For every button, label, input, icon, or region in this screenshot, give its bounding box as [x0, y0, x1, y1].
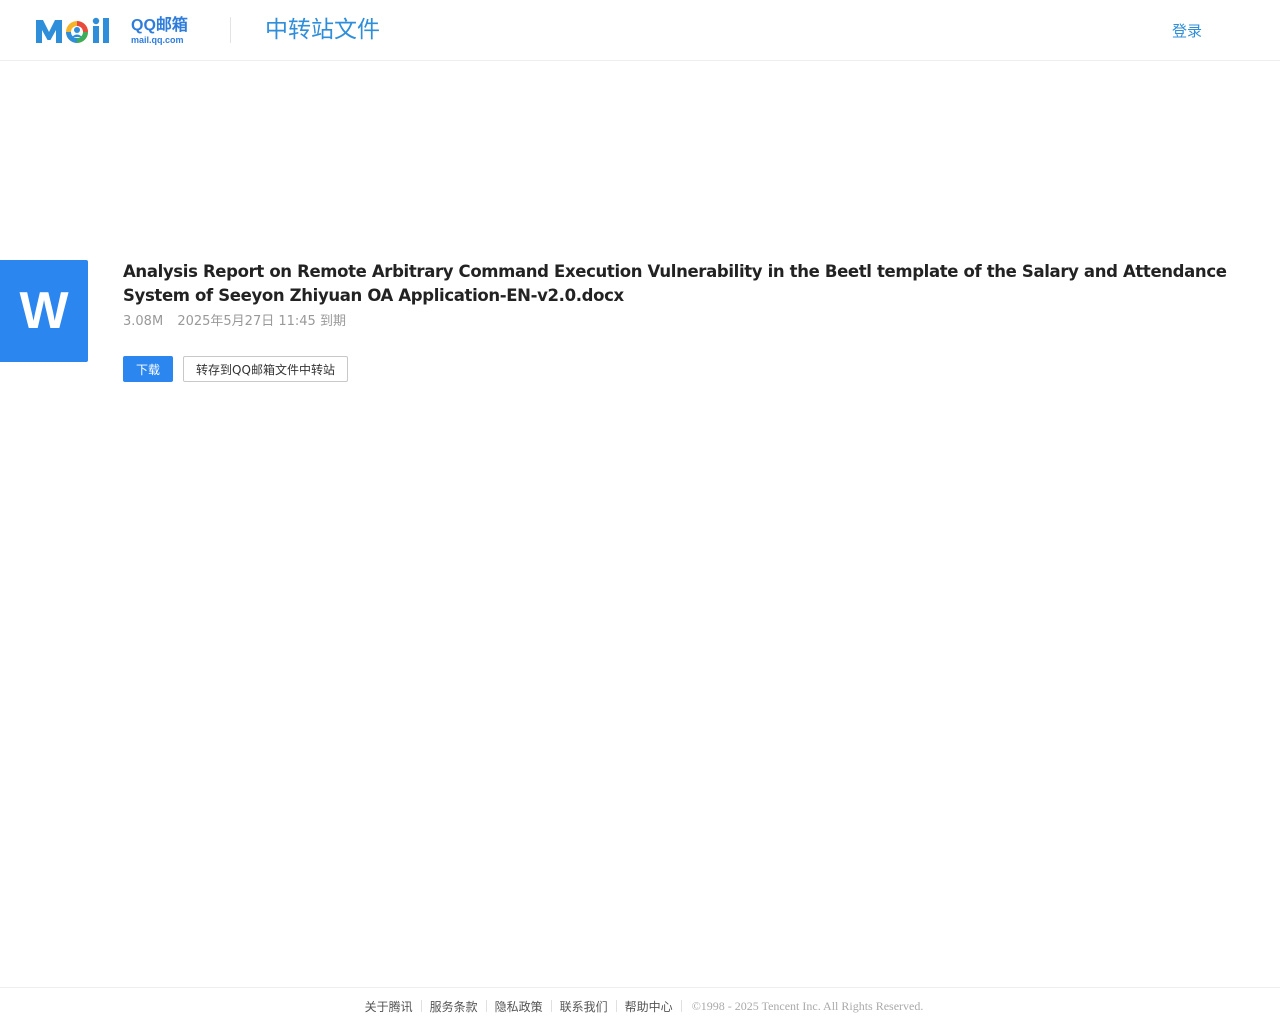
page-title: 中转站文件: [265, 17, 380, 43]
file-icon-letter: W: [19, 282, 69, 340]
file-meta: 3.08M 2025年5月27日 11:45 到期: [123, 313, 346, 331]
logo-brand: QQ邮箱: [131, 16, 188, 34]
logo-domain: mail.qq.com: [131, 34, 184, 45]
mail-logo-mark: [34, 14, 128, 48]
footer-link-contact[interactable]: 联系我们: [552, 998, 616, 1015]
header: QQ邮箱 mail.qq.com 中转站文件 登录: [0, 0, 1280, 61]
qq-mail-logo[interactable]: QQ邮箱 mail.qq.com: [34, 14, 188, 48]
download-button[interactable]: 下载: [123, 356, 173, 382]
file-name: Analysis Report on Remote Arbitrary Comm…: [123, 262, 1227, 305]
footer-link-privacy[interactable]: 隐私政策: [487, 998, 551, 1015]
footer-copyright: ©1998 - 2025 Tencent Inc. All Rights Res…: [691, 998, 924, 1013]
footer-link-help[interactable]: 帮助中心: [617, 998, 681, 1015]
footer-link-terms[interactable]: 服务条款: [422, 998, 486, 1015]
footer-links: 关于腾讯 服务条款 隐私政策 联系我们 帮助中心 ©1998 - 2025 Te…: [357, 998, 924, 1015]
file-size: 3.08M: [123, 314, 164, 329]
footer-link-about[interactable]: 关于腾讯: [357, 998, 421, 1015]
logo-text: QQ邮箱 mail.qq.com: [131, 16, 188, 45]
save-to-transfer-station-button[interactable]: 转存到QQ邮箱文件中转站: [183, 356, 348, 382]
file-expiry: 2025年5月27日 11:45 到期: [177, 314, 346, 329]
word-file-icon: W: [0, 260, 88, 362]
footer: 关于腾讯 服务条款 隐私政策 联系我们 帮助中心 ©1998 - 2025 Te…: [0, 987, 1280, 1024]
header-divider: [230, 17, 231, 43]
login-link[interactable]: 登录: [1172, 21, 1202, 41]
mail-logo-icon: [36, 17, 109, 43]
